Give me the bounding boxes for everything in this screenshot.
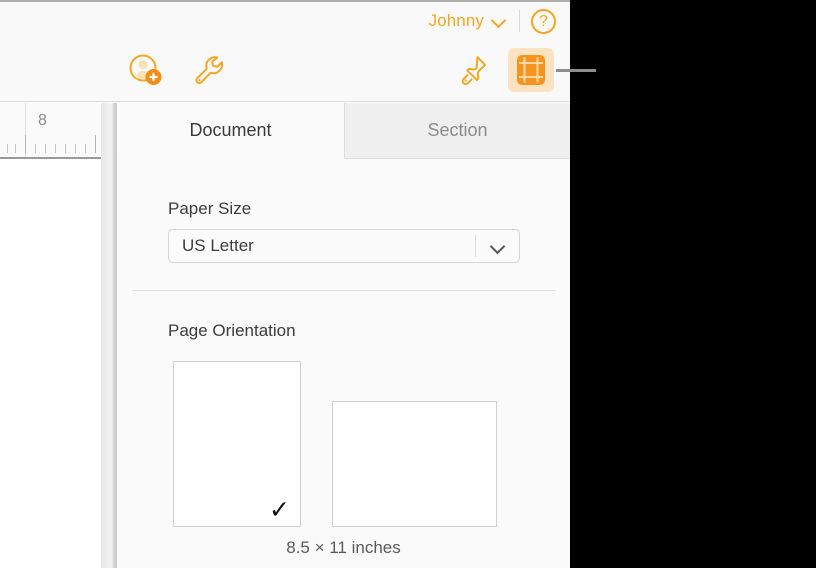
document-canvas[interactable] — [0, 159, 101, 568]
ruler-tick — [25, 135, 26, 153]
ruler-tick — [85, 144, 86, 153]
tab-section[interactable]: Section — [345, 103, 570, 159]
ruler-tick — [15, 144, 16, 153]
account-cluster: Johnny ? — [429, 6, 570, 36]
ruler-tick — [35, 144, 36, 153]
paper-size-select[interactable]: US Letter — [168, 229, 520, 263]
page-orientation-label: Page Orientation — [168, 321, 296, 340]
title-bar: Johnny ? — [0, 0, 570, 38]
paper-size-label: Paper Size — [168, 199, 252, 218]
format-button[interactable] — [449, 48, 495, 92]
section-divider — [132, 290, 556, 291]
chevron-down-icon — [491, 241, 505, 255]
tools-button[interactable] — [185, 48, 231, 92]
help-circle-icon[interactable]: ? — [531, 8, 556, 34]
ruler-number: 8 — [38, 112, 47, 129]
account-name[interactable]: Johnny — [429, 11, 490, 31]
toolbar — [0, 38, 570, 102]
ruler-tick — [95, 135, 96, 153]
person-add-icon — [129, 54, 162, 85]
canvas-scrollbar[interactable] — [101, 103, 115, 568]
inspector-tabbar: Document Section — [117, 103, 570, 159]
paintbrush-icon — [461, 56, 487, 86]
select-separator — [475, 235, 476, 257]
paper-size-value: US Letter — [182, 236, 254, 255]
page-dimensions-caption: 8.5 × 11 inches — [286, 538, 401, 557]
document-setup-icon — [517, 55, 545, 85]
ruler-tick — [55, 144, 56, 153]
titlebar-divider — [519, 10, 520, 32]
document-setup-button[interactable] — [508, 48, 554, 92]
selected-check-icon: ✓ — [269, 495, 290, 524]
chevron-down-icon[interactable] — [490, 12, 508, 30]
ruler-tick — [65, 144, 66, 153]
wrench-icon — [195, 56, 224, 85]
add-collaborator-button[interactable] — [123, 48, 169, 92]
callout-line — [556, 69, 596, 72]
tab-document[interactable]: Document — [117, 103, 345, 159]
ruler-tick — [7, 144, 8, 153]
screen: Johnny ? 8 Document Section Paper Size U… — [0, 0, 816, 568]
horizontal-ruler[interactable]: 8 — [0, 103, 101, 159]
ruler-tick — [75, 144, 76, 153]
inspector-panel: Document Section Paper Size US Letter Pa… — [117, 103, 570, 568]
inspector-body: Paper Size US Letter Page Orientation ✓ … — [117, 159, 570, 568]
app-region: Johnny ? 8 Document Section Paper Size U… — [0, 0, 570, 568]
orientation-portrait-option[interactable]: ✓ — [173, 361, 301, 527]
orientation-landscape-option[interactable] — [332, 401, 497, 527]
page-orientation-options: ✓ — [117, 361, 570, 531]
ruler-tick — [45, 144, 46, 153]
